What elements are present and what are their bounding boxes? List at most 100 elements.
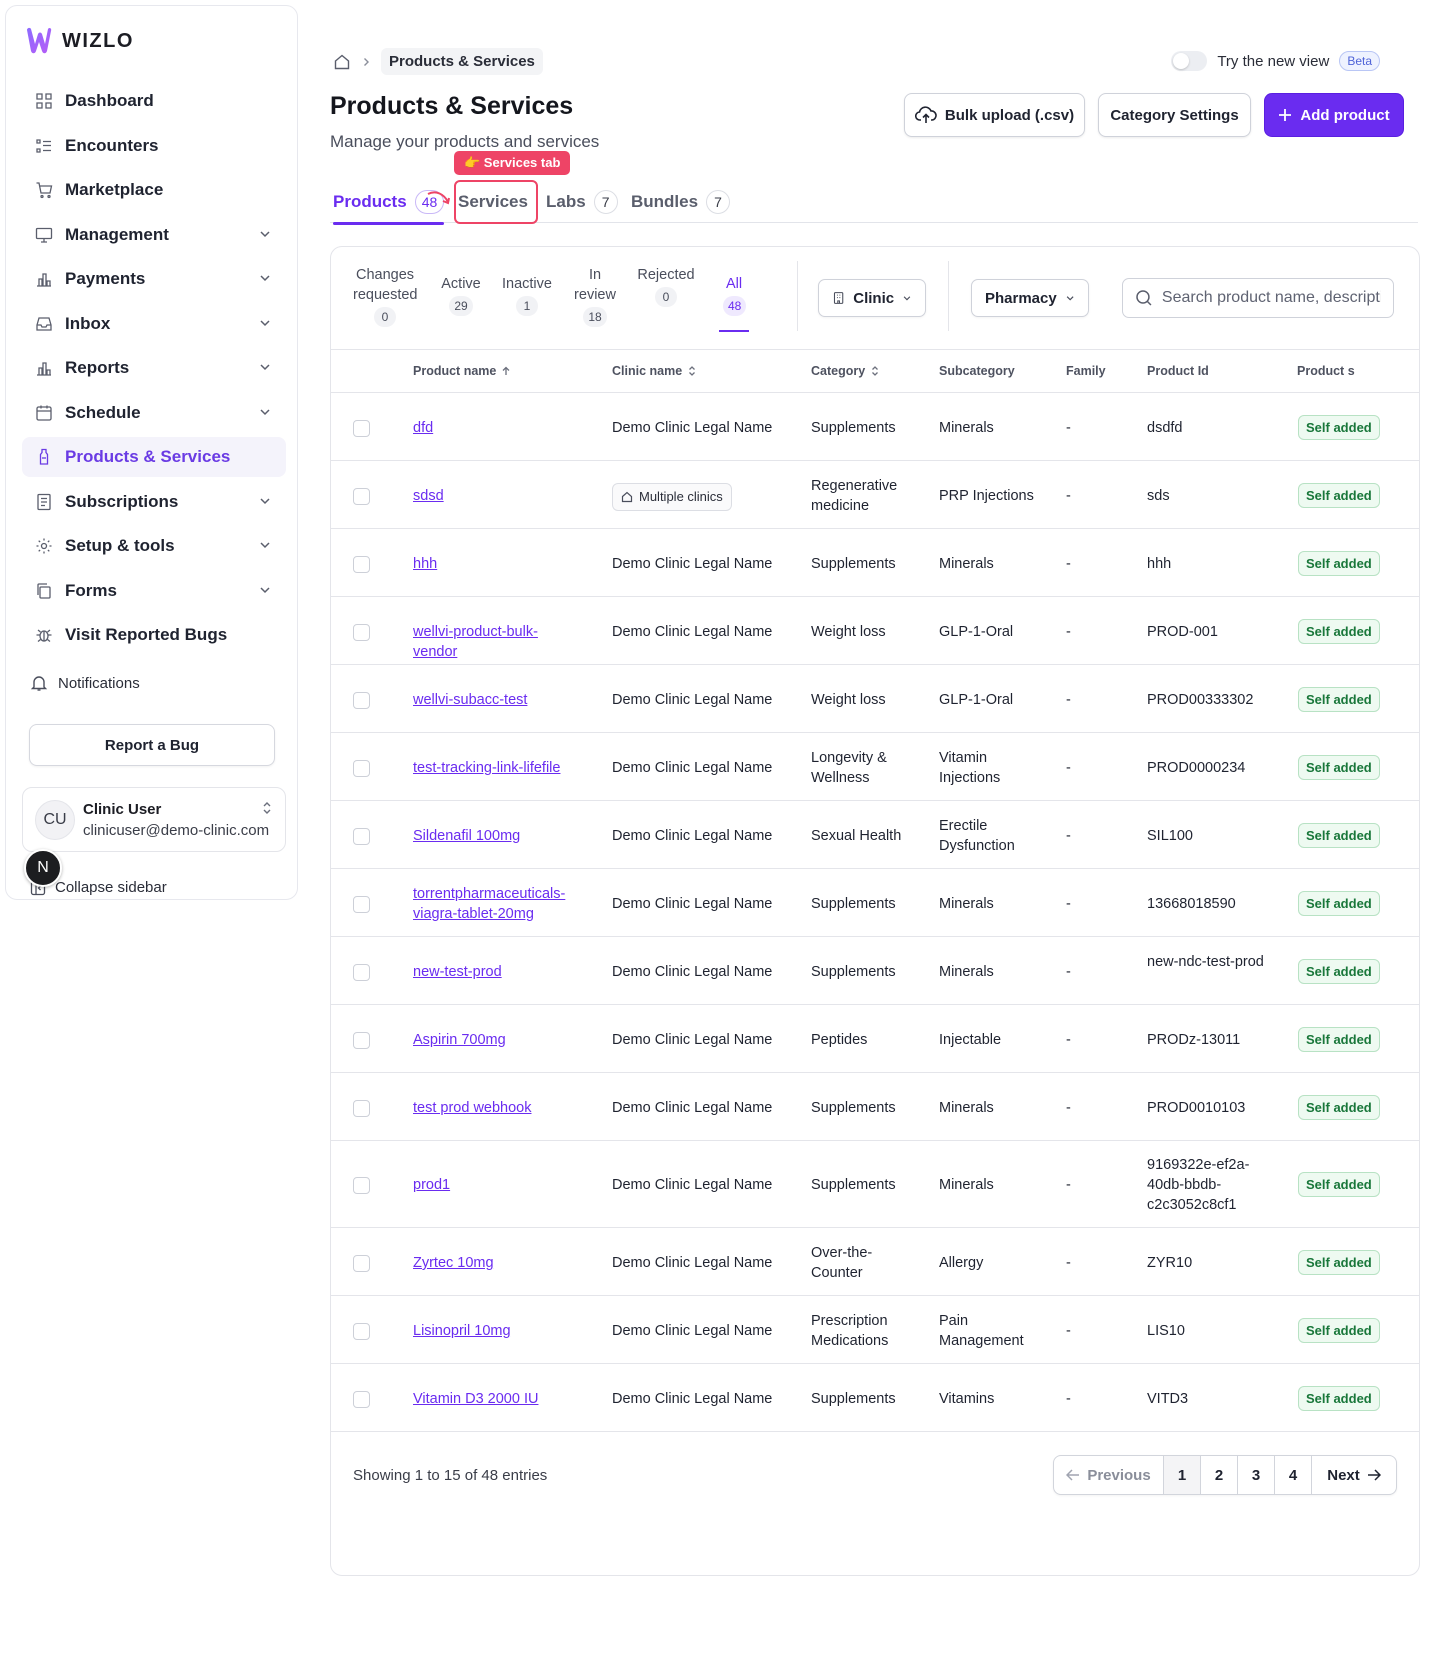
page-3-button[interactable]: 3 bbox=[1238, 1456, 1275, 1494]
status-filter-rejected[interactable]: Rejected 0 bbox=[637, 265, 695, 307]
sidebar-item-setup-tools[interactable]: Setup & tools bbox=[22, 526, 286, 566]
row-checkbox[interactable] bbox=[353, 1099, 370, 1117]
product-name-link[interactable]: dfd bbox=[413, 418, 578, 438]
row-checkbox[interactable] bbox=[353, 555, 370, 573]
product-name-link[interactable]: test-tracking-link-lifefile bbox=[413, 758, 578, 778]
sidebar-item-label: Products & Services bbox=[65, 447, 231, 466]
row-checkbox[interactable] bbox=[353, 1031, 370, 1049]
clinic-filter[interactable]: Clinic bbox=[818, 279, 926, 317]
table-row[interactable]: torrentpharmaceuticals-viagra-tablet-20m… bbox=[331, 870, 1419, 937]
previous-page-button[interactable]: Previous bbox=[1054, 1456, 1164, 1494]
tab-labs[interactable]: Labs 7 bbox=[546, 183, 618, 221]
product-name-link[interactable]: wellvi-product-bulk-vendor bbox=[413, 622, 578, 662]
sidebar-item-visit-reported-bugs[interactable]: Visit Reported Bugs bbox=[22, 615, 286, 655]
row-checkbox[interactable] bbox=[353, 759, 370, 777]
table-row[interactable]: Aspirin 700mg Demo Clinic Legal Name Pepti… bbox=[331, 1006, 1419, 1073]
product-name-link[interactable]: sdsd bbox=[413, 486, 578, 506]
row-checkbox[interactable] bbox=[353, 1177, 370, 1194]
status-filter-count: 0 bbox=[655, 287, 677, 307]
sidebar-item-forms[interactable]: Forms bbox=[22, 571, 286, 611]
column-header-label: Category bbox=[811, 364, 866, 378]
new-view-toggle[interactable] bbox=[1171, 51, 1208, 71]
product-name-link[interactable]: Lisinopril 10mg bbox=[413, 1321, 578, 1341]
sidebar-item-subscriptions[interactable]: Subscriptions bbox=[22, 482, 286, 522]
page-4-button[interactable]: 4 bbox=[1275, 1456, 1312, 1494]
notifications-link[interactable]: Notifications bbox=[30, 674, 140, 692]
cart-icon bbox=[34, 180, 54, 200]
row-checkbox[interactable] bbox=[353, 623, 370, 641]
brand[interactable]: WIZLO bbox=[25, 26, 134, 56]
table-row[interactable]: Vitamin D3 2000 IU Demo Clinic Legal Name… bbox=[331, 1365, 1419, 1432]
table-row[interactable]: wellvi-product-bulk-vendor Demo Clinic Le… bbox=[331, 598, 1419, 665]
row-checkbox[interactable] bbox=[353, 1322, 370, 1340]
page-1-button[interactable]: 1 bbox=[1164, 1456, 1201, 1494]
new-view-label: Try the new view bbox=[1217, 52, 1330, 70]
pharmacy-filter[interactable]: Pharmacy bbox=[971, 279, 1089, 317]
table-row[interactable]: new-test-prod Demo Clinic Legal Name Suppl… bbox=[331, 938, 1419, 1005]
column-header-clinic-name[interactable]: Clinic name bbox=[612, 364, 697, 378]
user-menu[interactable]: CU Clinic User clinicuser@demo-clinic.co… bbox=[22, 787, 286, 852]
row-checkbox[interactable] bbox=[353, 691, 370, 709]
product-name-link[interactable]: hhh bbox=[413, 554, 578, 574]
product-name-link[interactable]: Zyrtec 10mg bbox=[413, 1253, 578, 1273]
table-row[interactable]: hhh Demo Clinic Legal Name Supplements Mine… bbox=[331, 530, 1419, 597]
table-row[interactable]: Zyrtec 10mg Demo Clinic Legal Name Over-th… bbox=[331, 1229, 1419, 1296]
table-row[interactable]: wellvi-subacc-test Demo Clinic Legal Name… bbox=[331, 666, 1419, 733]
sidebar-item-marketplace[interactable]: Marketplace bbox=[22, 170, 286, 210]
sidebar-item-label: Forms bbox=[65, 580, 117, 600]
multiple-clinics-badge[interactable]: Multiple clinics bbox=[612, 482, 732, 511]
search-input[interactable] bbox=[1161, 289, 1381, 307]
search-box[interactable] bbox=[1122, 278, 1394, 318]
sidebar-item-management[interactable]: Management bbox=[22, 215, 286, 255]
tab-bundles[interactable]: Bundles 7 bbox=[631, 183, 731, 221]
sidebar-item-inbox[interactable]: Inbox bbox=[22, 304, 286, 344]
row-checkbox[interactable] bbox=[353, 487, 370, 505]
sidebar-item-reports[interactable]: Reports bbox=[22, 348, 286, 388]
product-name-link[interactable]: wellvi-subacc-test bbox=[413, 690, 578, 710]
product-name-link[interactable]: Vitamin D3 2000 IU bbox=[413, 1389, 578, 1409]
table-row[interactable]: Sildenafil 100mg Demo Clinic Legal Name Se… bbox=[331, 802, 1419, 869]
column-header-label: Product name bbox=[413, 364, 497, 378]
status-filter-inactive[interactable]: Inactive 1 bbox=[501, 274, 553, 316]
status-filter-in-review[interactable]: In review 18 bbox=[573, 265, 617, 327]
next-page-button[interactable]: Next bbox=[1312, 1456, 1396, 1494]
table-row[interactable]: test prod webhook Demo Clinic Legal Name S… bbox=[331, 1074, 1419, 1141]
column-header-category[interactable]: Category bbox=[811, 364, 880, 378]
table-row[interactable]: sdsd Multiple clinics Regenerative medicin… bbox=[331, 462, 1419, 529]
category-settings-button[interactable]: Category Settings bbox=[1098, 93, 1251, 137]
add-product-button[interactable]: Add product bbox=[1264, 93, 1404, 137]
row-checkbox[interactable] bbox=[353, 827, 370, 845]
row-checkbox[interactable] bbox=[353, 1254, 370, 1272]
status-filter-changes-requested[interactable]: Changes requested 0 bbox=[353, 265, 418, 327]
product-name-link[interactable]: new-test-prod bbox=[413, 962, 578, 982]
sidebar-item-schedule[interactable]: Schedule bbox=[22, 393, 286, 433]
sidebar-item-payments[interactable]: Payments bbox=[22, 259, 286, 299]
page-2-button[interactable]: 2 bbox=[1201, 1456, 1238, 1494]
row-checkbox[interactable] bbox=[353, 1390, 370, 1408]
product-id: 13668018590 bbox=[1147, 896, 1236, 912]
product-name-link[interactable]: Sildenafil 100mg bbox=[413, 826, 578, 846]
product-name-link[interactable]: torrentpharmaceuticals-viagra-tablet-20m… bbox=[413, 884, 578, 924]
row-checkbox[interactable] bbox=[353, 895, 370, 913]
status-filter-all[interactable]: All 48 bbox=[719, 274, 749, 332]
table-row[interactable]: prod1 Demo Clinic Legal Name Supplements Mi… bbox=[331, 1142, 1419, 1228]
sidebar-item-dashboard[interactable]: Dashboard bbox=[22, 81, 286, 121]
category: Weight loss bbox=[811, 692, 886, 708]
family: - bbox=[1066, 1391, 1071, 1407]
product-name-link[interactable]: Aspirin 700mg bbox=[413, 1030, 578, 1050]
sidebar-item-encounters[interactable]: Encounters bbox=[22, 126, 286, 166]
product-name-link[interactable]: test prod webhook bbox=[413, 1098, 578, 1118]
product-name-link[interactable]: prod1 bbox=[413, 1175, 578, 1195]
status-filter-active[interactable]: Active 29 bbox=[439, 274, 483, 316]
sidebar-item-products-services[interactable]: Products & Services bbox=[22, 437, 286, 477]
table-row[interactable]: Lisinopril 10mg Demo Clinic Legal Name Pre… bbox=[331, 1297, 1419, 1364]
row-checkbox[interactable] bbox=[353, 419, 370, 437]
report-bug-button[interactable]: Report a Bug bbox=[29, 724, 275, 766]
row-checkbox[interactable] bbox=[353, 963, 370, 981]
bulk-upload-button[interactable]: Bulk upload (.csv) bbox=[904, 93, 1085, 137]
table-row[interactable]: test-tracking-link-lifefile Demo Clinic L… bbox=[331, 734, 1419, 801]
column-header-product-name[interactable]: Product name bbox=[413, 364, 511, 378]
table-row[interactable]: dfd Demo Clinic Legal Name Supplements Mine… bbox=[331, 394, 1419, 461]
home-icon[interactable] bbox=[333, 53, 351, 71]
floating-badge[interactable]: N bbox=[24, 849, 62, 887]
